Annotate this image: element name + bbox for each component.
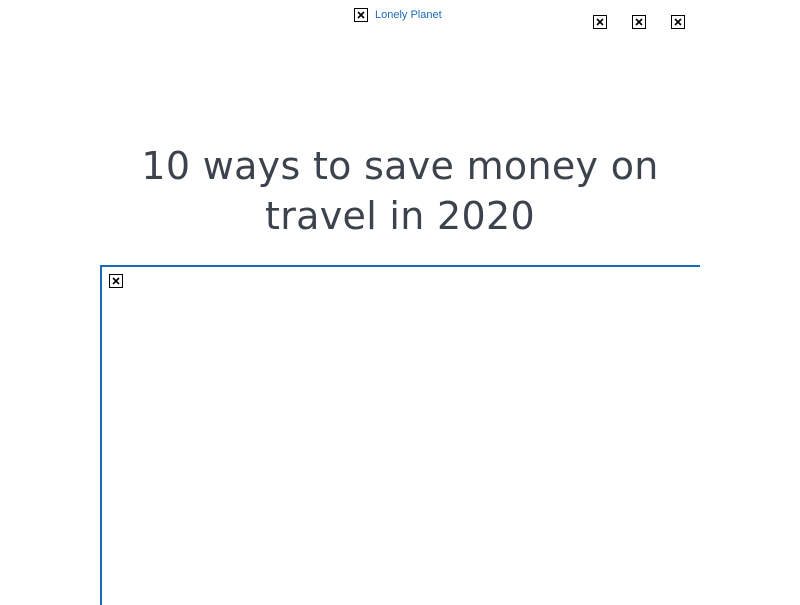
hero-image-frame: [100, 265, 700, 605]
broken-image-icon: [354, 8, 368, 22]
header-icon-group: [593, 15, 685, 29]
header-broken-image-icon-3[interactable]: [671, 15, 685, 29]
hero-broken-image-icon: [109, 274, 123, 288]
article-title: 10 ways to save money on travel in 2020: [141, 144, 659, 238]
header-broken-image-icon-2[interactable]: [632, 15, 646, 29]
header-broken-image-icon-1[interactable]: [593, 15, 607, 29]
logo-link[interactable]: Lonely Planet: [354, 7, 442, 23]
logo-alt-text[interactable]: Lonely Planet: [375, 8, 442, 22]
